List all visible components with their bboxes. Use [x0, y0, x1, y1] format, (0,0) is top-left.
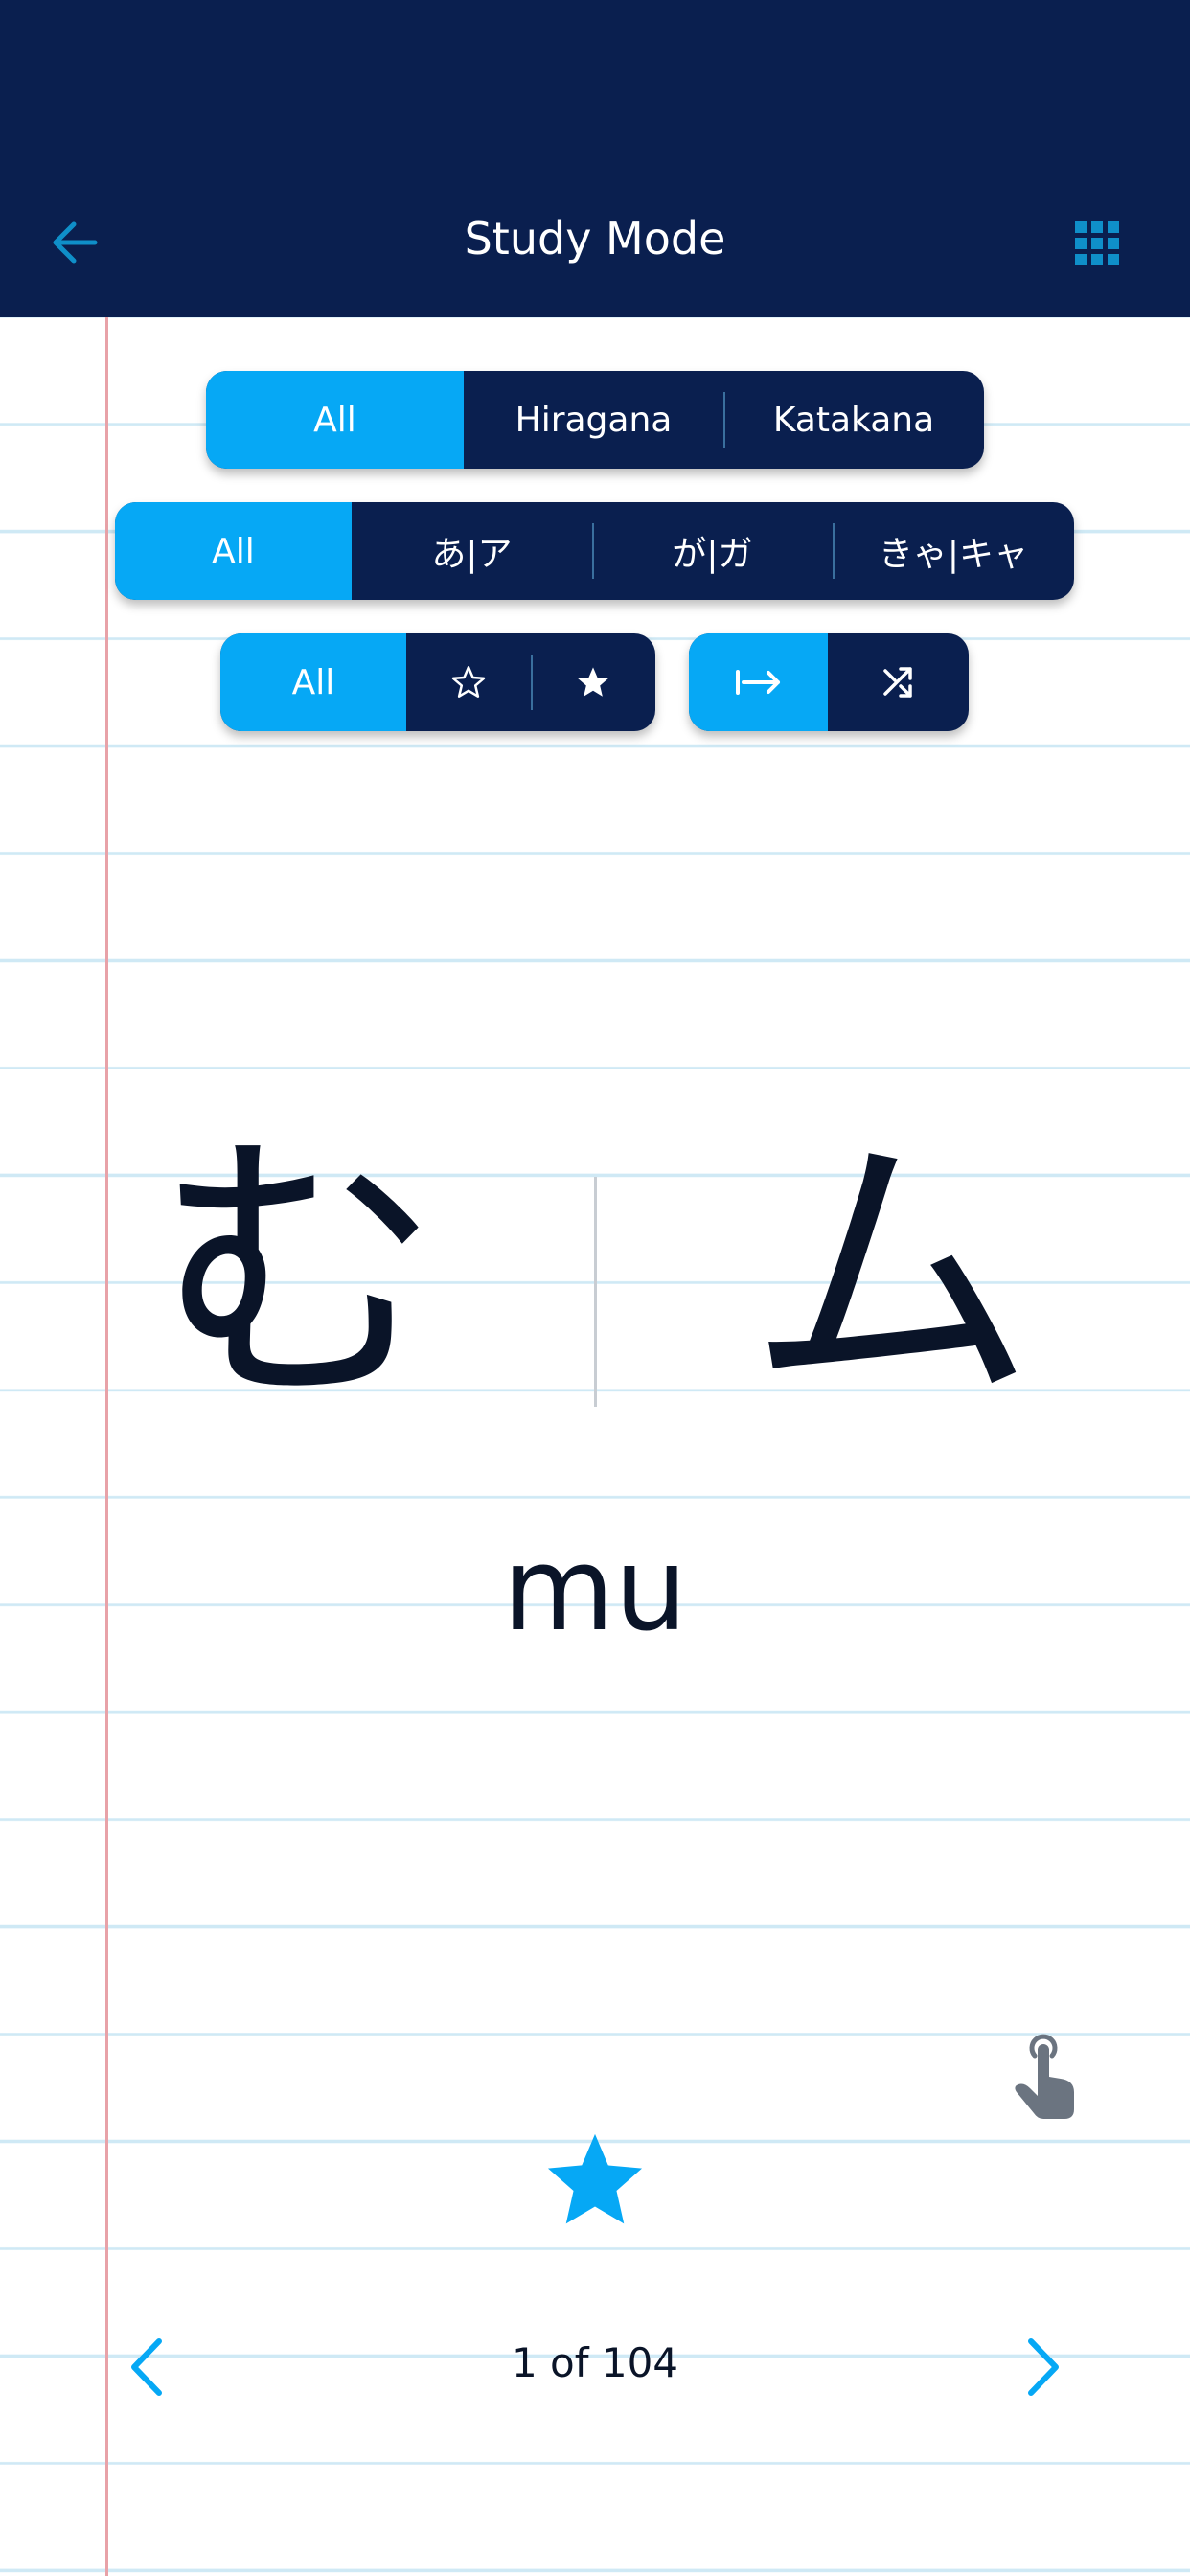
- script-filter-all[interactable]: All: [206, 371, 464, 469]
- app-header: Study Mode: [0, 0, 1190, 317]
- favorites-filter: All: [220, 633, 655, 731]
- kana-type-filter-dakuten[interactable]: が|ガ: [592, 502, 833, 600]
- kana-type-filter: All あ|ア が|ガ きゃ|キャ: [115, 502, 1074, 600]
- script-filter-katakana[interactable]: Katakana: [723, 371, 984, 469]
- hiragana-character: む: [153, 1107, 441, 1441]
- shuffle-icon: [882, 667, 912, 698]
- kana-divider: [594, 1177, 597, 1407]
- order-sequential[interactable]: [689, 633, 828, 731]
- script-filter-hiragana[interactable]: Hiragana: [464, 371, 723, 469]
- favorites-filter-all[interactable]: All: [220, 633, 406, 731]
- grid-icon: [1075, 221, 1119, 265]
- star-outline-icon: [451, 666, 486, 698]
- tap-gesture-icon: [1011, 2027, 1083, 2123]
- favorite-star-icon[interactable]: [542, 2129, 648, 2231]
- order-filter: [689, 633, 969, 731]
- favorites-filter-starred[interactable]: [531, 633, 655, 731]
- grid-menu-button[interactable]: [1073, 219, 1121, 267]
- romaji-reading: mu: [502, 1524, 688, 1657]
- favorites-filter-unstarred[interactable]: [406, 633, 531, 731]
- page-title: Study Mode: [464, 213, 726, 264]
- kana-type-filter-basic[interactable]: あ|ア: [352, 502, 592, 600]
- order-shuffle[interactable]: [828, 633, 969, 731]
- card-counter: 1 of 104: [511, 2339, 679, 2386]
- notebook-margin-line: [105, 317, 108, 2576]
- katakana-character: ム: [747, 1107, 1035, 1441]
- next-button[interactable]: [1019, 2334, 1067, 2401]
- star-filled-icon: [578, 667, 608, 697]
- sequential-icon: [735, 670, 780, 695]
- kana-type-filter-all[interactable]: All: [115, 502, 352, 600]
- script-filter: All Hiragana Katakana: [206, 371, 984, 469]
- kana-type-filter-combo[interactable]: きゃ|キャ: [833, 502, 1074, 600]
